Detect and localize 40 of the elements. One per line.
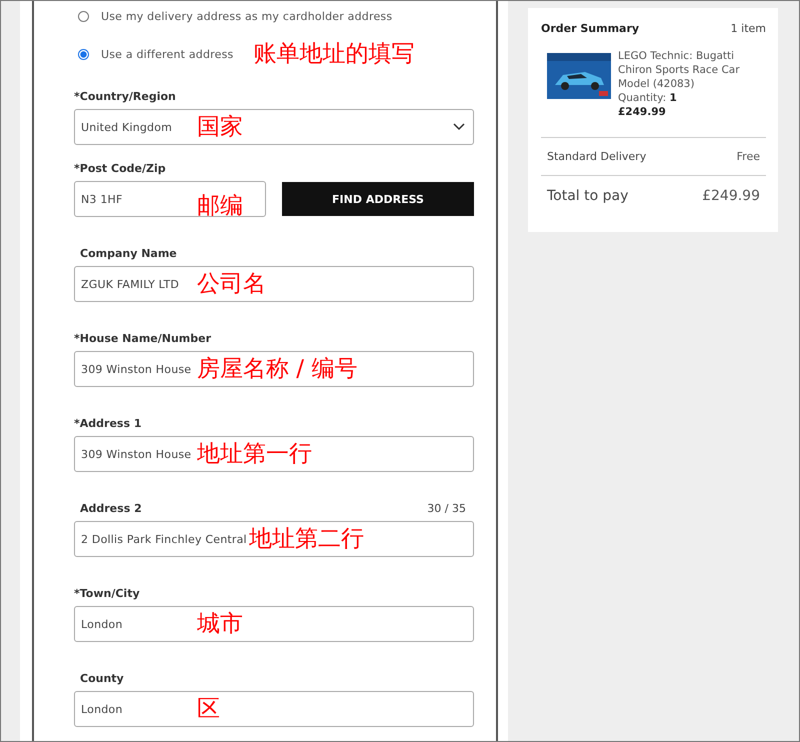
item-count: 1 item xyxy=(730,22,766,35)
character-counter: 30 / 35 xyxy=(427,502,466,514)
input-field[interactable]: London 城市 xyxy=(74,606,474,642)
country-select[interactable]: United Kingdom 国家 xyxy=(74,109,474,145)
field-label: *Post Code/Zip xyxy=(74,162,166,174)
radio-button[interactable] xyxy=(78,10,89,22)
card-title: Order Summary xyxy=(541,22,640,35)
annotation-text: 地址第二行 xyxy=(248,528,364,550)
field-label: County xyxy=(80,672,124,684)
annotation-text: 账单地址的填写 xyxy=(253,42,414,66)
total-price: £249.99 xyxy=(702,188,760,204)
radio-button[interactable] xyxy=(78,48,89,60)
product-quantity: Quantity: 1 xyxy=(618,91,678,105)
delivery-price: Free xyxy=(736,150,760,163)
radio-label: Use my delivery address as my cardholder address xyxy=(101,10,392,22)
annotation-text: 区 xyxy=(197,698,220,720)
chevron-down-icon xyxy=(453,123,465,131)
input-field[interactable]: London 区 xyxy=(74,691,474,727)
annotation-text: 国家 xyxy=(197,116,243,138)
annotation-text: 房屋名称 / 编号 xyxy=(197,358,358,380)
delivery-label: Standard Delivery xyxy=(547,150,646,163)
find-address-button[interactable]: FIND ADDRESS xyxy=(282,182,474,216)
input-field[interactable]: ZGUK FAMILY LTD 公司名 xyxy=(74,266,474,302)
field-label: Address 2 xyxy=(80,502,142,514)
field-label: *Country/Region xyxy=(74,90,176,102)
field-label: Company Name xyxy=(80,246,177,260)
radio-label: Use a different address xyxy=(101,48,234,60)
annotation-text: 公司名 xyxy=(197,272,266,296)
total-label: Total to pay xyxy=(547,188,628,204)
annotation-text: 地址第一行 xyxy=(197,442,312,466)
product-price: £249.99 xyxy=(618,105,667,119)
annotation-text: 城市 xyxy=(197,612,243,636)
input-field[interactable]: N3 1HF 邮编 xyxy=(74,181,266,217)
product-name: LEGO Technic: Bugatti Chiron Sports Race Car Model (42083) xyxy=(618,49,741,91)
field-label: *Town/City xyxy=(74,586,140,600)
field-label: *House Name/Number xyxy=(74,332,212,344)
input-field[interactable]: 309 Winston House 房屋名称 / 编号 xyxy=(74,351,474,387)
field-label: *Address 1 xyxy=(74,416,142,430)
input-field[interactable]: 309 Winston House 地址第一行 xyxy=(74,436,474,472)
annotation-text: 邮编 xyxy=(197,194,243,218)
